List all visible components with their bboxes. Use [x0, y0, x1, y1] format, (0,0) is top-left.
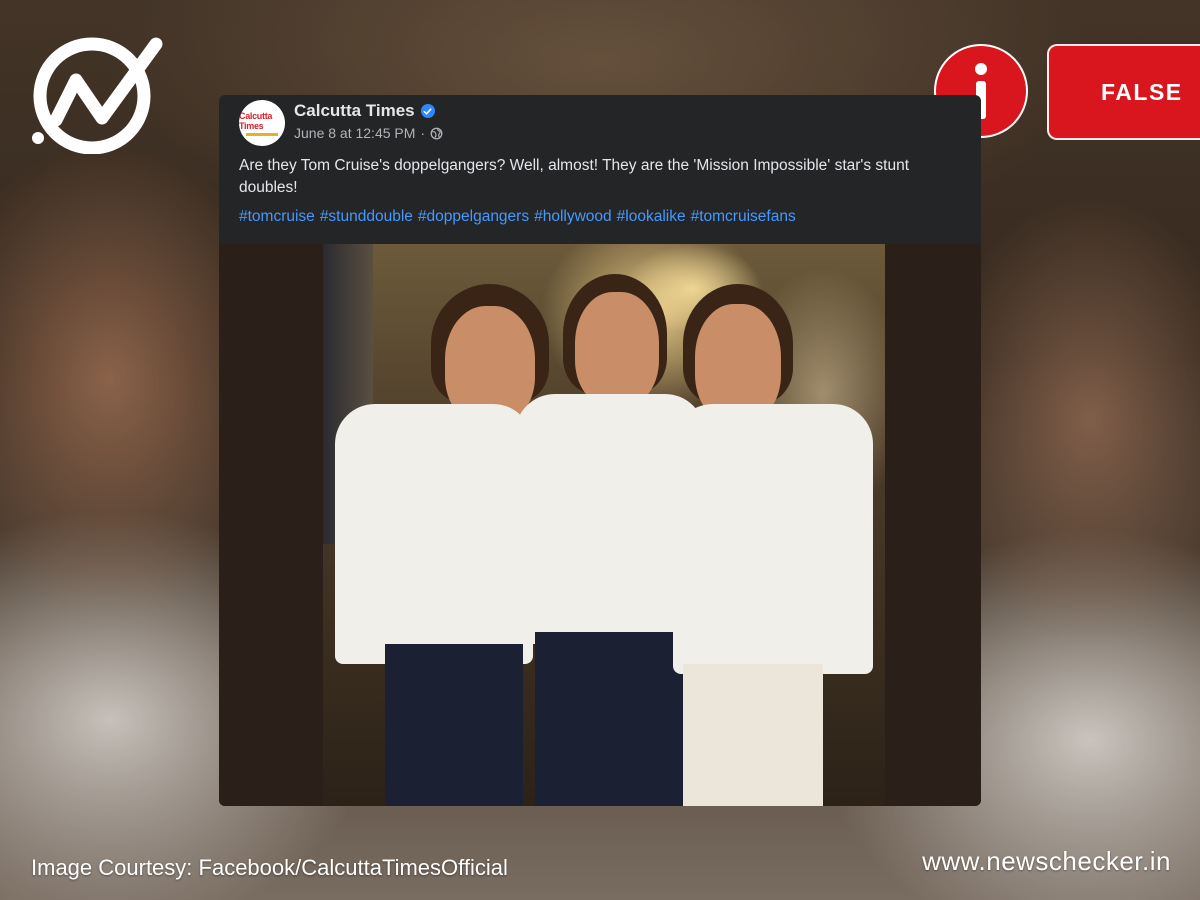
hashtag-link[interactable]: #tomcruisefans — [691, 208, 796, 225]
page-avatar[interactable]: Calcutta Times — [239, 100, 285, 146]
page-name[interactable]: Calcutta Times — [294, 101, 415, 121]
post-meta: June 8 at 12:45 PM · — [294, 125, 443, 141]
post-text: Are they Tom Cruise's doppelgangers? Wel… — [239, 157, 910, 196]
meta-separator: · — [420, 125, 426, 141]
hashtag-link[interactable]: #hollywood — [534, 208, 612, 225]
false-verdict-badge: FALSE — [1047, 44, 1200, 140]
page-name-link[interactable]: Calcutta Times — [294, 101, 435, 121]
hashtag-link[interactable]: #tomcruise — [239, 208, 315, 225]
image-credit: Image Courtesy: Facebook/CalcuttaTimesOf… — [31, 855, 508, 880]
site-url[interactable]: www.newschecker.in — [922, 846, 1171, 877]
post-media — [219, 244, 981, 806]
person-right — [323, 244, 885, 806]
post-timestamp[interactable]: June 8 at 12:45 PM — [294, 125, 415, 141]
facebook-post-card: Calcutta Times Calcutta Times June 8 at … — [219, 95, 981, 806]
post-hashtags: #tomcruise #stunddouble #doppelgangers #hol… — [239, 208, 959, 226]
verified-badge-icon — [420, 104, 435, 118]
globe-icon — [430, 127, 443, 139]
newschecker-logo-icon — [32, 37, 163, 154]
hashtag-link[interactable]: #doppelgangers — [418, 208, 529, 225]
post-header: Calcutta Times Calcutta Times June 8 at … — [219, 95, 981, 245]
avatar-brand-text: Calcutta Times — [239, 110, 273, 131]
white-pants — [683, 664, 823, 806]
hashtag-link[interactable]: #stunddouble — [320, 208, 413, 225]
white-shirt — [673, 404, 873, 674]
post-photo[interactable] — [323, 244, 885, 806]
hashtag-link[interactable]: #lookalike — [617, 208, 686, 225]
avatar-strip — [246, 132, 278, 136]
